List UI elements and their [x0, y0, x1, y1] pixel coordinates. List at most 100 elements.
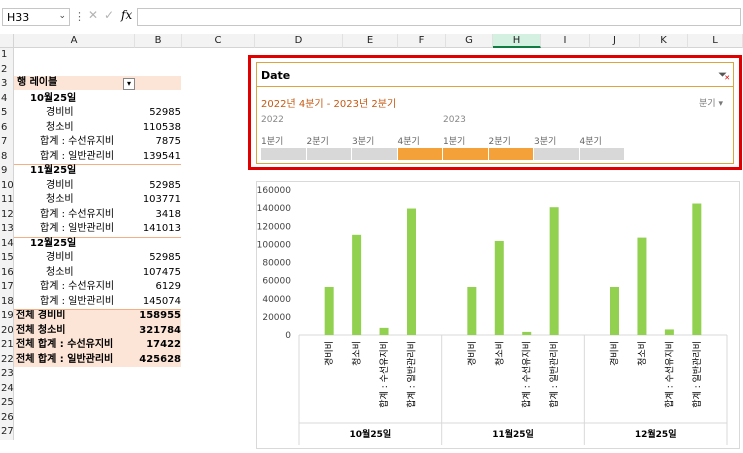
slicer-quarter-label: 4분기: [397, 137, 420, 147]
grand-total-value: 17422: [146, 339, 181, 350]
filter-dropdown-icon[interactable]: ▾: [123, 78, 135, 90]
slicer-quarter-bar[interactable]: [261, 148, 306, 160]
slicer-quarter-bar[interactable]: [352, 148, 397, 160]
pivot-item-label: 합계 : 수선유지비: [40, 208, 115, 220]
column-header-e[interactable]: E: [343, 34, 398, 48]
pivot-item-value: 7875: [155, 136, 181, 147]
row-header-7[interactable]: 7: [0, 135, 14, 150]
formula-input[interactable]: [137, 8, 741, 26]
y-tick-label: 20000: [262, 313, 291, 323]
row-header-22[interactable]: 22: [0, 352, 14, 367]
column-header-k[interactable]: K: [640, 34, 688, 48]
pivot-item-value: 107475: [142, 266, 181, 278]
grand-total-label: 전체 청소비: [16, 324, 66, 336]
row-header-17[interactable]: 17: [0, 280, 14, 295]
slicer-quarter-bar[interactable]: [579, 148, 624, 160]
clear-filter-icon[interactable]: ⏷ ✕: [718, 68, 730, 82]
row-header-21[interactable]: 21: [0, 338, 14, 353]
grand-total-value: 425628: [139, 353, 181, 365]
date-slicer[interactable]: Date ⏷ ✕ 2022년 4분기 - 2023년 2분기 분기 ▾ 2022 …: [248, 55, 742, 170]
chart-bar: [324, 286, 334, 335]
name-box[interactable]: H33 ⌄: [2, 8, 70, 26]
y-tick-label: 100000: [257, 240, 291, 250]
slicer-quarter-bar[interactable]: [534, 148, 579, 160]
row-header-27[interactable]: 27: [0, 425, 14, 440]
row-header-5[interactable]: 5: [0, 106, 14, 121]
column-header-g[interactable]: G: [446, 34, 493, 48]
slicer-quarter-label: 2분기: [306, 137, 329, 147]
enter-icon[interactable]: ✓: [104, 8, 114, 22]
slicer-quarter-bar[interactable]: [397, 148, 442, 160]
row-header-13[interactable]: 13: [0, 222, 14, 237]
pivot-item-label: 합계 : 수선유지비: [40, 281, 115, 292]
column-header-a[interactable]: A: [14, 34, 135, 48]
row-header-9[interactable]: 9: [0, 164, 14, 179]
x-category-label: 합계 : 수선유지비: [378, 341, 390, 408]
row-header-26[interactable]: 26: [0, 410, 14, 425]
row-header-25[interactable]: 25: [0, 396, 14, 411]
row-header-10[interactable]: 10: [0, 178, 14, 193]
column-header-l[interactable]: L: [688, 34, 743, 48]
slicer-quarter-bar[interactable]: [488, 148, 533, 160]
chart-svg: 0 20000 40000 60000 80000 100000 120000 140000 1…: [257, 186, 728, 445]
row-header-14[interactable]: 14: [0, 236, 14, 251]
row-header-1[interactable]: 1: [0, 48, 14, 63]
pivot-item-label: 합계 : 일반관리비: [40, 295, 115, 307]
formula-bar: H33 ⌄ ⋮ ✕ ✓ fx: [0, 0, 743, 35]
more-icon[interactable]: ⋮: [74, 10, 85, 23]
chart-bar: [352, 234, 362, 335]
grand-total-label: 전체 합계 : 수선유지비: [16, 339, 114, 350]
y-tick-label: 40000: [262, 295, 291, 305]
slicer-quarter-bar[interactable]: [306, 148, 351, 160]
pivot-chart[interactable]: 0 20000 40000 60000 80000 100000 120000 140000 1…: [256, 181, 740, 449]
row-header-4[interactable]: 4: [0, 91, 14, 106]
row-header-3[interactable]: 3: [0, 77, 14, 92]
pivot-item-value: 52985: [149, 179, 181, 191]
pivot-group-label: 11월25일: [30, 165, 77, 176]
row-header-11[interactable]: 11: [0, 193, 14, 208]
column-header-b[interactable]: B: [135, 34, 182, 48]
pivot-item-value: 141013: [142, 223, 181, 234]
chevron-down-icon[interactable]: ⌄: [58, 11, 66, 21]
row-header-8[interactable]: 8: [0, 149, 14, 164]
grand-total-label: 전체 합계 : 일반관리비: [16, 353, 114, 365]
column-header-h[interactable]: H: [493, 34, 541, 48]
pivot-item-label: 경비비: [46, 179, 74, 191]
chart-bar: [664, 329, 674, 335]
fx-icon[interactable]: fx: [121, 8, 132, 22]
column-header-f[interactable]: F: [398, 34, 446, 48]
slicer-level-dropdown[interactable]: 분기 ▾: [699, 96, 723, 109]
x-category-label: 합계 : 일반관리비: [405, 341, 417, 408]
select-all-corner[interactable]: [0, 34, 14, 48]
chart-bar: [494, 240, 504, 335]
chart-bar: [406, 208, 416, 335]
chart-bar: [549, 207, 559, 335]
x-category-label: 경비비: [323, 341, 335, 366]
grand-total-value: 158955: [139, 310, 181, 321]
cancel-icon[interactable]: ✕: [88, 8, 98, 22]
column-header-i[interactable]: I: [541, 34, 590, 48]
pivot-group-label: 10월25일: [30, 92, 77, 104]
row-header-16[interactable]: 16: [0, 265, 14, 280]
pivot-item-value: 139541: [142, 150, 181, 162]
row-header-24[interactable]: 24: [0, 381, 14, 396]
column-header-c[interactable]: C: [182, 34, 255, 48]
row-header-15[interactable]: 15: [0, 251, 14, 266]
pivot-item-value: 52985: [149, 252, 181, 263]
slicer-quarter-label: 1분기: [261, 137, 284, 147]
slicer-year-2023: 2023: [443, 115, 466, 125]
slicer-quarter-bar[interactable]: [443, 148, 488, 160]
row-header-20[interactable]: 20: [0, 323, 14, 338]
row-header-23[interactable]: 23: [0, 367, 14, 382]
name-box-value: H33: [7, 11, 30, 24]
row-header-19[interactable]: 19: [0, 309, 14, 324]
column-header-d[interactable]: D: [255, 34, 343, 48]
column-header-j[interactable]: J: [590, 34, 640, 48]
row-header-12[interactable]: 12: [0, 207, 14, 222]
slicer-quarter-label: 3분기: [534, 137, 557, 147]
y-tick-label: 80000: [262, 259, 291, 269]
row-header-2[interactable]: 2: [0, 62, 14, 77]
chart-bar: [467, 286, 477, 335]
row-header-6[interactable]: 6: [0, 120, 14, 135]
row-header-18[interactable]: 18: [0, 294, 14, 309]
